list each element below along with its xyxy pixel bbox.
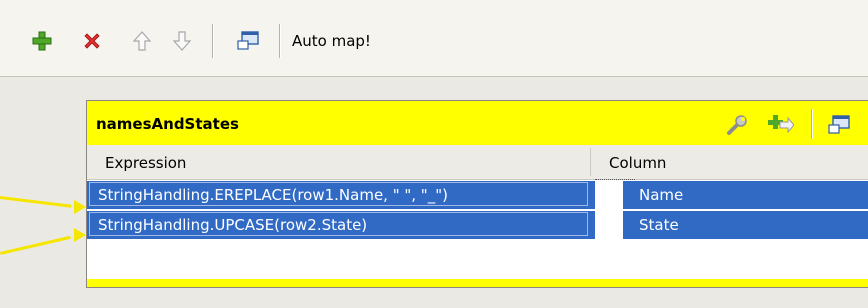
cell-gap — [595, 181, 623, 209]
table-row[interactable]: StringHandling.UPCASE(row2.State) State — [87, 211, 868, 239]
output-table-panel: namesAndStates Expression Column StringH… — [86, 100, 868, 288]
toolbar: Auto map! — [0, 0, 868, 77]
cell-gap — [595, 211, 623, 239]
expression-cell[interactable]: StringHandling.UPCASE(row2.State) — [89, 212, 588, 236]
table-title-bar: namesAndStates — [87, 101, 868, 145]
table-row[interactable]: StringHandling.EREPLACE(row1.Name, " ", … — [87, 181, 868, 209]
link-arrow — [74, 228, 86, 242]
move-up-icon[interactable] — [127, 26, 157, 56]
move-down-icon[interactable] — [167, 26, 197, 56]
window-icon[interactable] — [825, 111, 853, 139]
column-header-expression[interactable]: Expression — [105, 154, 186, 172]
table-title: namesAndStates — [96, 115, 239, 133]
column-cell[interactable]: State — [639, 211, 679, 239]
table-footer-bar — [87, 279, 868, 287]
auto-map-button[interactable]: Auto map! — [292, 32, 371, 50]
toolbar-separator — [212, 24, 213, 58]
remove-icon[interactable] — [77, 26, 107, 56]
column-cell[interactable]: Name — [639, 181, 683, 209]
title-separator — [811, 109, 812, 139]
column-divider[interactable] — [590, 148, 591, 176]
link-arrow — [74, 200, 86, 214]
column-header-column[interactable]: Column — [609, 154, 666, 172]
wrench-icon[interactable] — [723, 111, 751, 139]
expression-cell[interactable]: StringHandling.EREPLACE(row1.Name, " ", … — [89, 182, 588, 206]
add-column-icon[interactable] — [767, 111, 795, 139]
table-header: Expression Column — [87, 145, 868, 180]
toolbar-separator — [279, 24, 280, 58]
add-icon[interactable] — [27, 26, 57, 56]
window-icon[interactable] — [233, 26, 263, 56]
dotted-guide — [595, 179, 635, 180]
